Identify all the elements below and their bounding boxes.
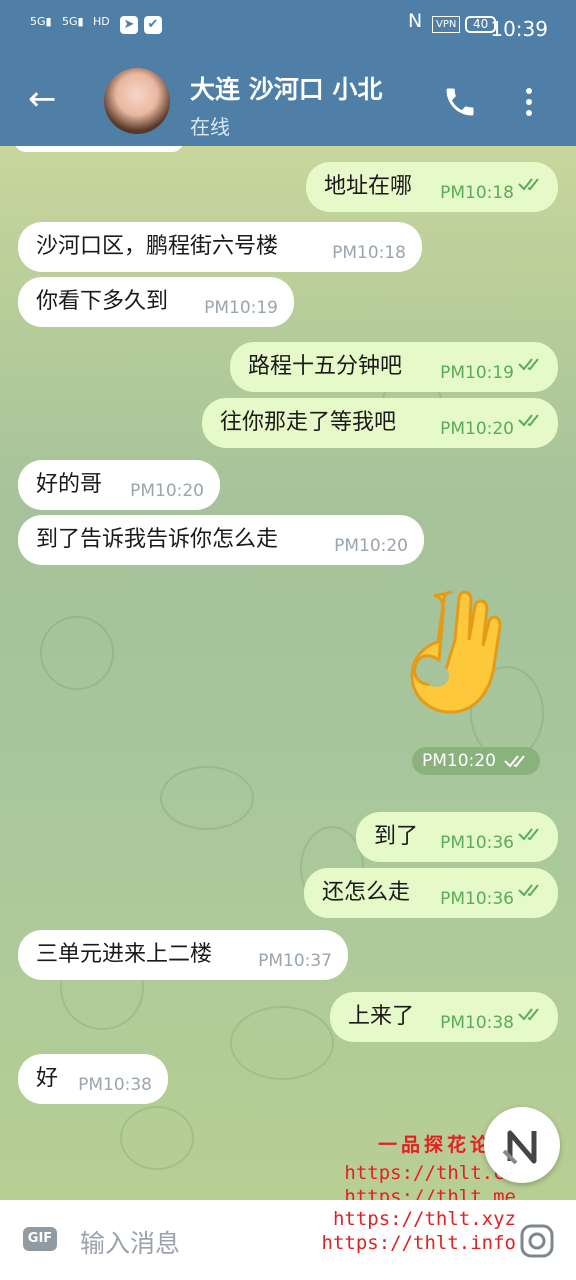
message-bubble-in[interactable]: 好 PM10:38 bbox=[18, 1054, 168, 1104]
vpn-label: VPN bbox=[436, 19, 457, 30]
hd-label: HD bbox=[93, 15, 110, 28]
message-time: PM10:38 bbox=[78, 1075, 152, 1095]
message-time: PM10:18 bbox=[332, 243, 406, 263]
nfc-icon: N bbox=[408, 10, 423, 32]
message-text: 沙河口区，鹏程街六号楼 bbox=[36, 234, 279, 259]
message-time: PM10:20 bbox=[334, 536, 408, 556]
message-time: PM10:20 bbox=[422, 751, 496, 771]
hd-icon: HD bbox=[93, 16, 110, 27]
vpn-icon: VPN bbox=[432, 16, 461, 33]
message-time: PM10:38 bbox=[440, 1013, 514, 1033]
phone-icon[interactable] bbox=[442, 84, 478, 120]
message-time: PM10:37 bbox=[258, 951, 332, 971]
pen-n-icon bbox=[502, 1130, 537, 1165]
message-text: 往你那走了等我吧 bbox=[220, 410, 397, 435]
scroll-to-bottom-button[interactable] bbox=[484, 1107, 560, 1183]
previous-message-bubble bbox=[14, 146, 184, 152]
message-text: 三单元进来上二楼 bbox=[36, 942, 213, 967]
message-text: 好 bbox=[36, 1066, 59, 1091]
message-bubble-in[interactable]: 好的哥 PM10:20 bbox=[18, 460, 220, 510]
chat-messages[interactable]: 地址在哪 PM10:18 沙河口区，鹏程街六号楼 PM10:18 你看下多久到 … bbox=[0, 146, 576, 1200]
watermark-link: https://thlt.me bbox=[344, 1186, 516, 1200]
message-bubble-out[interactable]: 路程十五分钟吧 PM10:19 bbox=[230, 342, 558, 392]
message-bubble-out[interactable]: 还怎么走 PM10:36 bbox=[304, 868, 558, 918]
message-text: 到了告诉我告诉你怎么走 bbox=[36, 527, 279, 552]
message-time: PM10:20 bbox=[130, 481, 204, 501]
signal-2-label: 5G bbox=[62, 15, 78, 28]
message-bubble-out[interactable]: 上来了 PM10:38 bbox=[330, 992, 558, 1042]
sticker-timestamp: PM10:20 bbox=[412, 747, 540, 775]
double-check-icon bbox=[518, 884, 539, 897]
watermark-link: https://thlt.info bbox=[321, 1232, 516, 1254]
message-time: PM10:20 bbox=[440, 419, 514, 439]
double-check-icon bbox=[504, 755, 525, 768]
signal-1-icon: 5G▮ bbox=[30, 15, 52, 28]
clock: 10:39 bbox=[490, 17, 548, 41]
message-text: 好的哥 bbox=[36, 472, 103, 497]
avatar[interactable] bbox=[104, 68, 170, 134]
double-check-icon bbox=[518, 828, 539, 841]
signal-2-icon: 5G▮ bbox=[62, 15, 84, 28]
telegram-icon: ➤ bbox=[120, 16, 138, 34]
signal-1-label: 5G bbox=[30, 15, 46, 28]
chat-title[interactable]: 大连 沙河口 小北 bbox=[190, 70, 382, 106]
gif-icon[interactable]: GIF bbox=[23, 1227, 57, 1251]
message-bubble-in[interactable]: 到了告诉我告诉你怎么走 PM10:20 bbox=[18, 515, 424, 565]
chat-header: ← 大连 沙河口 小北 在线 bbox=[0, 58, 576, 146]
message-bubble-out[interactable]: 往你那走了等我吧 PM10:20 bbox=[202, 398, 558, 448]
message-bubble-in[interactable]: 你看下多久到 PM10:19 bbox=[18, 277, 294, 327]
message-time: PM10:36 bbox=[440, 833, 514, 853]
message-input-bar: GIF 输入消息 https://thlt.xyz https://thlt.i… bbox=[0, 1200, 576, 1280]
message-text: 到了 bbox=[374, 824, 419, 849]
more-menu-icon[interactable] bbox=[526, 88, 532, 121]
message-bubble-in[interactable]: 三单元进来上二楼 PM10:37 bbox=[18, 930, 348, 980]
message-time: PM10:36 bbox=[440, 889, 514, 909]
message-time: PM10:19 bbox=[204, 298, 278, 318]
ok-hand-emoji-icon[interactable] bbox=[404, 590, 508, 740]
watermark-link: https://thlt.xyz bbox=[332, 1208, 516, 1230]
double-check-icon bbox=[518, 358, 539, 371]
message-text: 地址在哪 bbox=[324, 174, 413, 199]
message-time: PM10:18 bbox=[440, 183, 514, 203]
status-bar: 5G▮ 5G▮ HD ➤ ✔ N VPN 40 10:39 bbox=[0, 0, 576, 58]
online-status: 在线 bbox=[190, 115, 230, 139]
message-bubble-out[interactable]: 地址在哪 PM10:18 bbox=[306, 162, 558, 212]
message-text: 路程十五分钟吧 bbox=[248, 354, 403, 379]
camera-icon[interactable] bbox=[520, 1224, 554, 1258]
double-check-icon bbox=[518, 178, 539, 191]
double-check-icon bbox=[518, 1008, 539, 1021]
battery-level: 40 bbox=[473, 17, 489, 31]
message-input[interactable]: 输入消息 bbox=[80, 1224, 180, 1260]
message-time: PM10:19 bbox=[440, 363, 514, 383]
message-text: 上来了 bbox=[348, 1004, 415, 1029]
double-check-icon bbox=[518, 414, 539, 427]
shield-icon: ✔ bbox=[144, 16, 162, 34]
message-bubble-in[interactable]: 沙河口区，鹏程街六号楼 PM10:18 bbox=[18, 222, 422, 272]
message-text: 还怎么走 bbox=[322, 880, 411, 905]
message-bubble-out[interactable]: 到了 PM10:36 bbox=[356, 812, 558, 862]
back-arrow-icon[interactable]: ← bbox=[28, 82, 57, 116]
message-text: 你看下多久到 bbox=[36, 289, 169, 314]
